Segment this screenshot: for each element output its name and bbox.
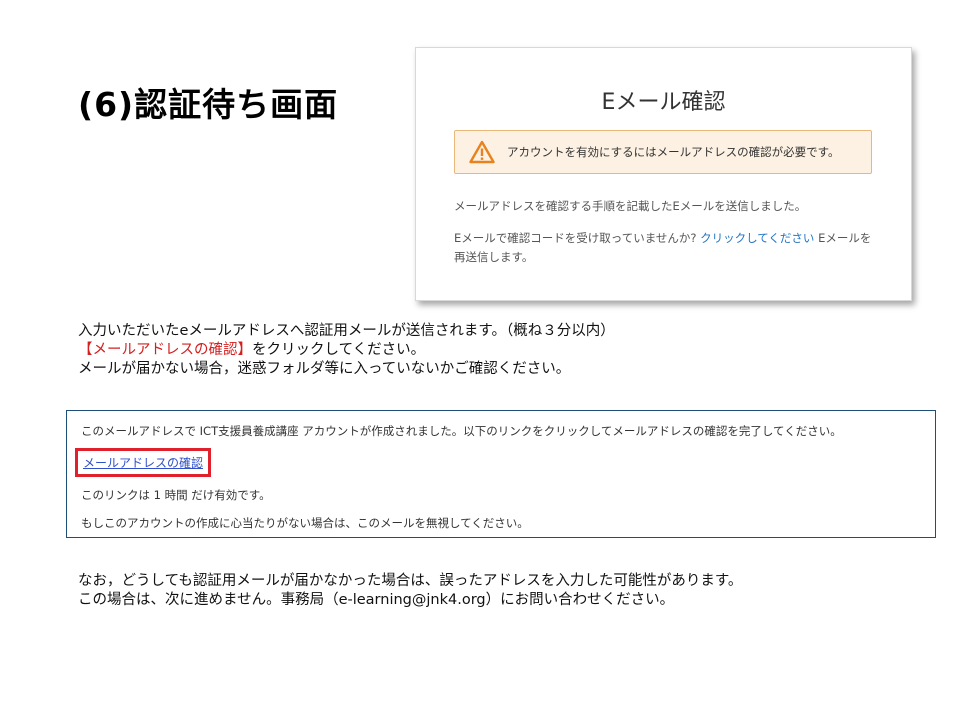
email-confirm-dialog-screenshot: Eメール確認 アカウントを有効にするにはメールアドレスの確認が必要です。 メール… — [415, 47, 912, 301]
email-line-1: このメールアドレスで ICT支援員養成講座 アカウントが作成されました。以下のリ… — [81, 424, 842, 438]
slide-title: (6)認証待ち画面 — [78, 85, 339, 124]
email-line-2: このリンクは 1 時間 だけ有効です。 — [81, 488, 271, 502]
instruction-line-2: 【メールアドレスの確認】をクリックしてください。 — [78, 341, 615, 360]
footer-line-1: なお，どうしても認証用メールが届かなかった場合は、誤ったアドレスを入力した可能性… — [78, 573, 743, 589]
instruction-line-3: メールが届かない場合，迷惑フォルダ等に入っていないかご確認ください。 — [78, 361, 571, 377]
confirm-link-highlight: 【メールアドレスの確認】 — [78, 342, 252, 358]
email-preview-screenshot: このメールアドレスで ICT支援員養成講座 アカウントが作成されました。以下のリ… — [66, 410, 936, 538]
dialog-title: Eメール確認 — [601, 90, 726, 115]
verification-alert: アカウントを有効にするにはメールアドレスの確認が必要です。 — [454, 130, 872, 174]
resend-prefix: Eメールで確認コードを受け取っていませんか? — [454, 231, 701, 245]
resend-link[interactable]: クリックしてください — [700, 231, 814, 245]
instructions: 入力いただいたeメールアドレスへ認証用メールが送信されます。（概ね３分以内） 【… — [78, 322, 615, 379]
warning-triangle-icon — [469, 140, 495, 164]
resend-message: Eメールで確認コードを受け取っていませんか? クリックしてください Eメールを再… — [454, 229, 874, 267]
confirm-email-link[interactable]: メールアドレスの確認 — [75, 448, 212, 477]
instruction-line-1: 入力いただいたeメールアドレスへ認証用メールが送信されます。（概ね３分以内） — [78, 323, 615, 339]
footer-line-2: この場合は、次に進めません。事務局（e-learning@jnk4.org）にお… — [78, 592, 675, 608]
sent-message: メールアドレスを確認する手順を記載したEメールを送信しました。 — [454, 199, 807, 213]
footer-note: なお，どうしても認証用メールが届かなかった場合は、誤ったアドレスを入力した可能性… — [78, 572, 742, 610]
instruction-line-2-rest: をクリックしてください。 — [252, 342, 426, 358]
alert-text: アカウントを有効にするにはメールアドレスの確認が必要です。 — [507, 145, 840, 159]
email-line-3: もしこのアカウントの作成に心当たりがない場合は、このメールを無視してください。 — [81, 516, 529, 530]
